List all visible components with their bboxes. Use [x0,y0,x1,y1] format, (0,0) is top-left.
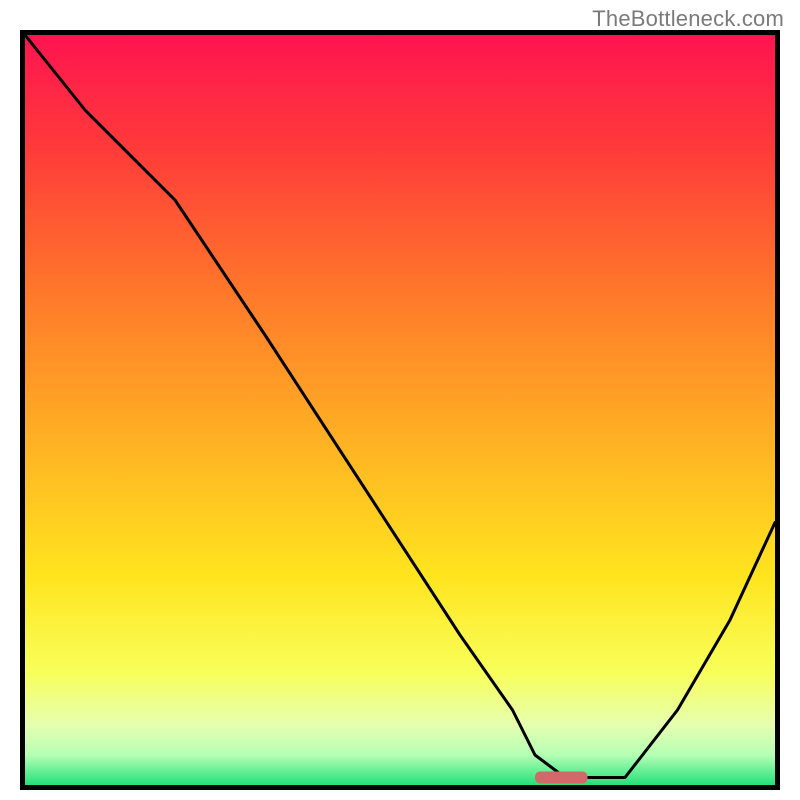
plot-frame [20,30,780,790]
plot-svg [25,35,775,785]
plot-background [25,35,775,785]
watermark-text: TheBottleneck.com [592,6,784,32]
optimum-marker [535,772,588,784]
chart-container: TheBottleneck.com [0,0,800,800]
